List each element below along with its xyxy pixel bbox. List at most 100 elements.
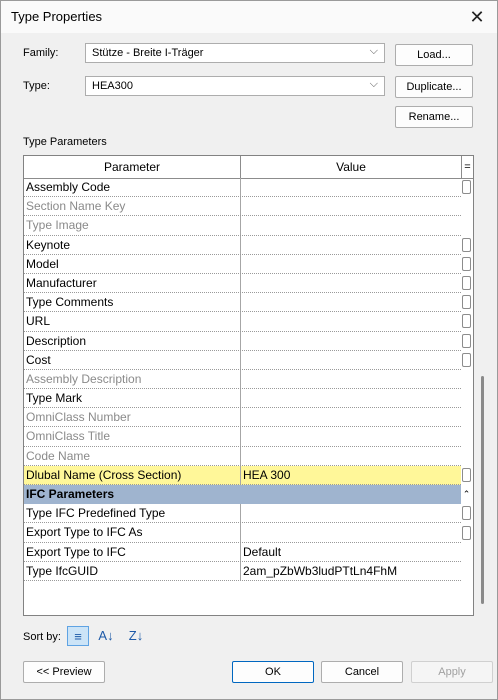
parameter-name: Description [26, 333, 87, 348]
load-button[interactable]: Load... [395, 44, 473, 66]
parameter-name: Code Name [26, 448, 91, 463]
collapse-group-icon[interactable]: ⌃ [462, 487, 471, 501]
parameter-value[interactable]: Default [243, 545, 281, 559]
grid-header: Parameter Value = [24, 156, 473, 179]
type-properties-dialog: Type Properties ✕ Family: Stütze - Breit… [0, 0, 498, 700]
parameter-name: IFC Parameters [26, 487, 115, 501]
formula-checkbox[interactable] [462, 352, 471, 367]
table-row[interactable]: Keynote [24, 235, 461, 255]
vertical-scrollbar[interactable] [481, 156, 484, 616]
family-dropdown[interactable]: Stütze - Breite I-Träger ⌵ [85, 43, 385, 63]
parameter-name: OmniClass Number [26, 410, 131, 425]
table-row[interactable]: Section Name Key [24, 197, 461, 217]
table-row[interactable]: Type Mark [24, 389, 461, 409]
table-row[interactable]: Dlubal Name (Cross Section) HEA 300 [24, 465, 461, 485]
type-label: Type: [23, 80, 50, 92]
table-row[interactable]: Export Type to IFC Default [24, 542, 461, 562]
column-divider [240, 542, 241, 561]
table-row[interactable]: Type IfcGUID 2am_pZbWb3ludPTtLn4FhM [24, 561, 461, 581]
formula-checkbox[interactable] [462, 237, 471, 252]
column-divider [240, 408, 241, 427]
table-row[interactable]: Description [24, 331, 461, 351]
table-row[interactable]: Type IFC Predefined Type [24, 504, 461, 524]
column-divider [240, 331, 241, 350]
value-column-header[interactable]: Value [241, 156, 462, 178]
sort-by-category-icon[interactable]: ≡ [67, 626, 89, 646]
ok-button[interactable]: OK [232, 661, 314, 683]
column-divider [240, 312, 241, 331]
formula-checkbox[interactable] [462, 314, 471, 329]
cancel-button[interactable]: Cancel [321, 661, 403, 683]
parameter-name: Export Type to IFC [26, 544, 126, 559]
preview-button[interactable]: << Preview [23, 661, 105, 683]
formula-checkbox[interactable] [462, 180, 471, 194]
type-dropdown[interactable]: HEA300 ⌵ [85, 76, 385, 96]
column-divider [240, 504, 241, 523]
table-row[interactable]: Manufacturer [24, 273, 461, 294]
column-divider [240, 350, 241, 369]
table-row[interactable]: OmniClass Title [24, 427, 461, 447]
formula-checkbox[interactable] [462, 468, 471, 482]
column-divider [240, 273, 241, 293]
type-value: HEA300 [92, 80, 133, 92]
parameter-name: Type IfcGUID [26, 563, 99, 578]
family-label: Family: [23, 47, 59, 59]
parameter-name: OmniClass Title [26, 429, 111, 444]
parameter-name: Assembly Code [26, 180, 111, 194]
parameter-name: Type IFC Predefined Type [26, 506, 166, 521]
column-divider [240, 197, 241, 216]
parameter-name: Keynote [26, 237, 71, 252]
column-divider [240, 389, 241, 408]
parameter-name: Manufacturer [26, 275, 97, 290]
formula-checkbox[interactable] [462, 276, 471, 290]
column-divider [240, 293, 241, 312]
column-divider [240, 446, 241, 465]
formula-checkbox[interactable] [462, 333, 471, 348]
parameter-name: Section Name Key [26, 199, 126, 214]
duplicate-button[interactable]: Duplicate... [395, 76, 473, 98]
parameter-name: Dlubal Name (Cross Section) [26, 467, 182, 482]
formula-checkbox[interactable] [462, 256, 471, 271]
table-row[interactable]: URL [24, 312, 461, 332]
table-row[interactable]: Model [24, 254, 461, 274]
formula-checkbox[interactable] [462, 506, 471, 521]
scrollbar-thumb[interactable] [481, 376, 484, 604]
table-row[interactable]: Type Comments [24, 293, 461, 313]
formula-checkbox[interactable] [462, 295, 471, 310]
table-row[interactable]: OmniClass Number [24, 408, 461, 428]
column-divider [240, 216, 241, 235]
table-row[interactable]: Cost [24, 350, 461, 370]
formula-column-header[interactable]: = [462, 156, 473, 178]
parameter-name: URL [26, 314, 51, 329]
parameter-name: Model [26, 256, 59, 271]
column-divider [240, 427, 241, 446]
parameter-name: Assembly Description [26, 371, 142, 386]
grid-rows: Assembly Code Section Name Key Type Image K… [24, 178, 461, 581]
sort-descending-icon[interactable]: Z↓ [125, 626, 147, 646]
table-row[interactable]: Export Type to IFC As [24, 523, 461, 543]
table-row[interactable]: Code Name [24, 446, 461, 466]
column-divider [240, 369, 241, 389]
column-divider [240, 235, 241, 254]
parameter-value[interactable]: 2am_pZbWb3ludPTtLn4FhM [243, 564, 397, 578]
table-row[interactable]: Type Image [24, 216, 461, 236]
column-divider [240, 523, 241, 542]
chevron-down-icon: ⌵ [369, 45, 378, 57]
parameter-column-header[interactable]: Parameter [24, 156, 241, 178]
table-row[interactable]: Assembly Code [24, 178, 461, 198]
group-header-row[interactable]: IFC Parameters [24, 485, 461, 505]
rename-button[interactable]: Rename... [395, 106, 473, 128]
chevron-down-icon: ⌵ [369, 78, 378, 90]
parameter-value[interactable]: HEA 300 [243, 468, 290, 482]
apply-button[interactable]: Apply [411, 661, 493, 683]
sort-ascending-icon[interactable]: A↓ [95, 626, 117, 646]
table-row[interactable]: Assembly Description [24, 369, 461, 390]
sort-by-label: Sort by: [23, 631, 61, 643]
family-value: Stütze - Breite I-Träger [92, 47, 204, 59]
parameter-name: Type Image [26, 218, 89, 233]
formula-checkbox[interactable] [462, 525, 471, 540]
close-icon[interactable]: ✕ [463, 5, 491, 29]
column-divider [240, 254, 241, 273]
parameter-name: Cost [26, 352, 51, 367]
column-divider [240, 178, 241, 197]
